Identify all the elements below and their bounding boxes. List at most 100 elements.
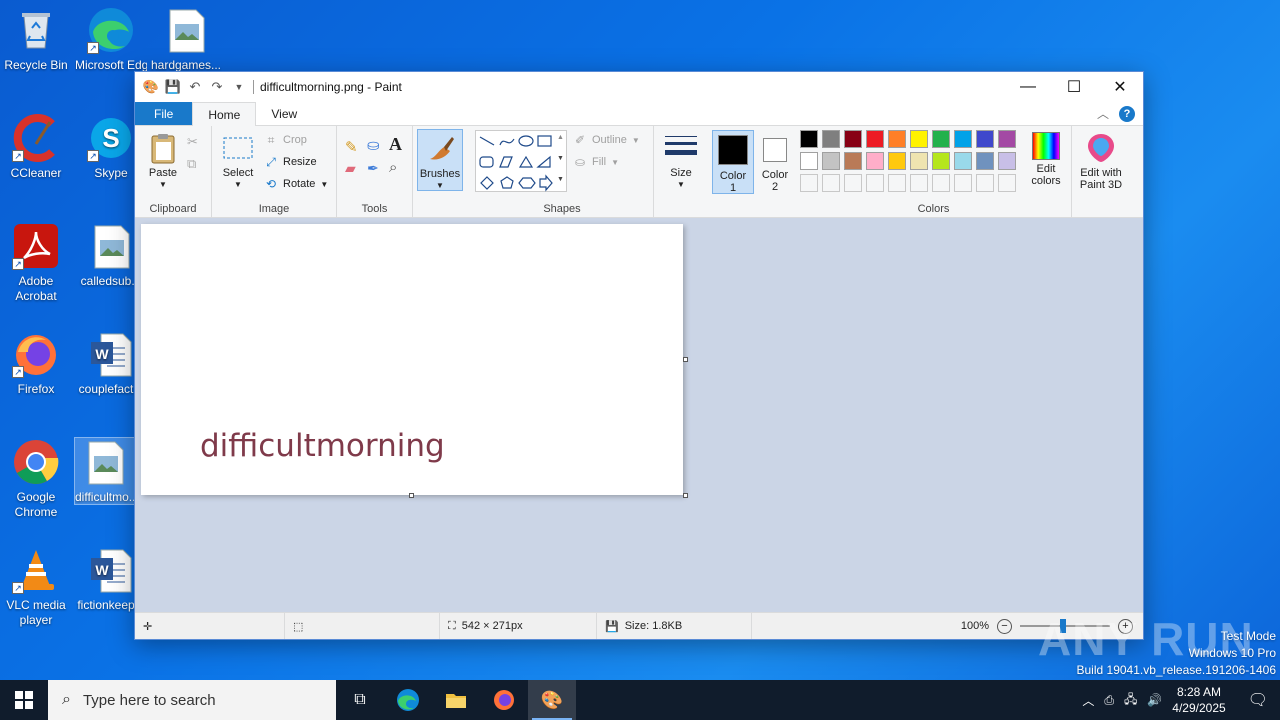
fill-button[interactable]: ⛀ Fill ▼ bbox=[573, 152, 619, 172]
undo-icon[interactable]: ↶ bbox=[187, 79, 203, 95]
minimize-button[interactable]: — bbox=[1005, 72, 1051, 102]
palette-swatch[interactable] bbox=[888, 174, 906, 192]
select-button[interactable]: Select ▼ bbox=[218, 132, 258, 191]
palette-swatch[interactable] bbox=[976, 130, 994, 148]
gallery-scroll-down-icon[interactable]: ▼ bbox=[557, 155, 564, 162]
outline-button[interactable]: ✐ Outline ▼ bbox=[573, 130, 640, 150]
resize-handle-corner[interactable] bbox=[683, 493, 688, 498]
palette-swatch[interactable] bbox=[932, 152, 950, 170]
save-icon[interactable]: 💾 bbox=[165, 79, 181, 95]
fill-bucket-icon[interactable]: ⛀ bbox=[367, 136, 380, 154]
text-icon[interactable]: A bbox=[389, 134, 402, 155]
palette-swatch[interactable] bbox=[998, 152, 1016, 170]
tray-overflow-icon[interactable]: ︿ bbox=[1082, 692, 1094, 709]
collapse-ribbon-icon[interactable]: ︿ bbox=[1097, 105, 1109, 122]
palette-swatch[interactable] bbox=[998, 174, 1016, 192]
palette-swatch[interactable] bbox=[844, 130, 862, 148]
palette-swatch[interactable] bbox=[800, 174, 818, 192]
palette-swatch[interactable] bbox=[844, 174, 862, 192]
palette-swatch[interactable] bbox=[954, 130, 972, 148]
palette-swatch[interactable] bbox=[910, 152, 928, 170]
palette-swatch[interactable] bbox=[822, 130, 840, 148]
gallery-expand-icon[interactable]: ▼ bbox=[557, 176, 564, 183]
shapes-gallery[interactable] bbox=[475, 130, 567, 192]
drawing-canvas[interactable]: difficultmorning bbox=[141, 224, 683, 495]
eraser-icon[interactable]: ▰ bbox=[345, 160, 356, 177]
zoom-out-button[interactable]: − bbox=[997, 618, 1012, 634]
taskbar-clock[interactable]: 8:28 AM 4/29/2025 bbox=[1172, 684, 1225, 716]
maximize-button[interactable]: ☐ bbox=[1051, 72, 1097, 102]
desktop-icon-edge[interactable]: ↗ Microsoft Edge bbox=[75, 6, 147, 73]
palette-swatch[interactable] bbox=[866, 174, 884, 192]
desktop-icon-chrome[interactable]: Google Chrome bbox=[0, 438, 72, 520]
palette-swatch[interactable] bbox=[910, 174, 928, 192]
close-button[interactable]: ✕ bbox=[1097, 72, 1143, 102]
palette-swatch[interactable] bbox=[976, 152, 994, 170]
desktop-icon-recycle-bin[interactable]: Recycle Bin bbox=[0, 6, 72, 73]
notifications-icon[interactable]: 🗨 bbox=[1248, 690, 1268, 710]
palette-swatch[interactable] bbox=[910, 130, 928, 148]
shortcut-arrow-icon: ↗ bbox=[12, 366, 24, 378]
help-icon[interactable]: ? bbox=[1119, 105, 1135, 122]
desktop-icon-hardgames[interactable]: hardgames... bbox=[150, 6, 222, 73]
palette-swatch[interactable] bbox=[932, 174, 950, 192]
rotate-button[interactable]: ⟲ Rotate ▼ bbox=[264, 174, 328, 194]
palette-swatch[interactable] bbox=[822, 152, 840, 170]
color-picker-icon[interactable]: ✒ bbox=[367, 160, 379, 177]
palette-swatch[interactable] bbox=[822, 174, 840, 192]
edit-with-paint3d-button[interactable]: Edit with Paint 3D bbox=[1074, 132, 1128, 191]
brushes-button[interactable]: Brushes ▼ bbox=[417, 129, 463, 191]
volume-icon[interactable]: 🔊 bbox=[1147, 693, 1162, 707]
desktop-icon-label: difficultmo... bbox=[75, 490, 135, 504]
color2-button[interactable]: Color 2 bbox=[754, 130, 796, 194]
color1-button[interactable]: Color 1 bbox=[712, 130, 754, 194]
tab-file[interactable]: File bbox=[135, 102, 193, 125]
palette-swatch[interactable] bbox=[998, 130, 1016, 148]
watermark-line3: Build 19041.vb_release.191206-1406 bbox=[1076, 663, 1277, 677]
desktop-icon-difficultmorning[interactable]: difficultmo... bbox=[74, 437, 136, 505]
start-button[interactable] bbox=[0, 680, 48, 720]
palette-swatch[interactable] bbox=[888, 152, 906, 170]
palette-swatch[interactable] bbox=[954, 174, 972, 192]
gallery-scroll-up-icon[interactable]: ▲ bbox=[557, 134, 564, 141]
desktop-icon-vlc[interactable]: ↗ VLC media player bbox=[0, 546, 72, 628]
resize-button[interactable]: ⤢ Resize bbox=[264, 152, 316, 172]
paste-button[interactable]: Paste ▼ bbox=[143, 132, 183, 191]
task-view-button[interactable]: ⧉ bbox=[336, 680, 384, 720]
color2-swatch bbox=[763, 138, 787, 162]
taskbar-paint[interactable]: 🎨 bbox=[528, 680, 576, 720]
taskbar-file-explorer[interactable] bbox=[432, 680, 480, 720]
taskbar-edge[interactable] bbox=[384, 680, 432, 720]
tray-device-icon[interactable]: ⎙ bbox=[1104, 693, 1114, 708]
cut-icon[interactable]: ✂ bbox=[187, 134, 198, 150]
palette-swatch[interactable] bbox=[954, 152, 972, 170]
crop-button[interactable]: ⌗ Crop bbox=[264, 130, 307, 150]
image-dimensions-icon: ⛶ bbox=[448, 619, 456, 632]
copy-icon[interactable]: ⧉ bbox=[187, 156, 196, 172]
desktop-icon-firefox[interactable]: ↗ Firefox bbox=[0, 330, 72, 397]
palette-swatch[interactable] bbox=[888, 130, 906, 148]
palette-swatch[interactable] bbox=[800, 152, 818, 170]
taskbar-firefox[interactable] bbox=[480, 680, 528, 720]
palette-swatch[interactable] bbox=[844, 152, 862, 170]
pencil-icon[interactable]: ✎ bbox=[345, 138, 358, 156]
size-button[interactable]: Size ▼ bbox=[661, 132, 701, 191]
palette-swatch[interactable] bbox=[866, 152, 884, 170]
palette-swatch[interactable] bbox=[976, 174, 994, 192]
desktop-icon-acrobat[interactable]: ↗ Adobe Acrobat bbox=[0, 222, 72, 304]
edit-colors-button[interactable]: Edit colors bbox=[1024, 132, 1068, 187]
resize-handle-right[interactable] bbox=[683, 357, 688, 362]
desktop-icon-ccleaner[interactable]: ↗ CCleaner bbox=[0, 114, 72, 181]
tab-home[interactable]: Home bbox=[192, 102, 257, 126]
network-icon[interactable]: 🖧 bbox=[1124, 690, 1137, 711]
palette-swatch[interactable] bbox=[800, 130, 818, 148]
magnifier-icon[interactable]: ⌕ bbox=[389, 159, 397, 176]
tab-view[interactable]: View bbox=[256, 102, 312, 125]
group-label: Shapes bbox=[543, 203, 581, 215]
customize-qat-icon[interactable]: ▼ bbox=[231, 79, 247, 95]
taskbar-search-box[interactable]: ⌕ Type here to search bbox=[48, 680, 336, 720]
palette-swatch[interactable] bbox=[866, 130, 884, 148]
palette-swatch[interactable] bbox=[932, 130, 950, 148]
resize-handle-bottom[interactable] bbox=[409, 493, 414, 498]
redo-icon[interactable]: ↷ bbox=[209, 79, 225, 95]
